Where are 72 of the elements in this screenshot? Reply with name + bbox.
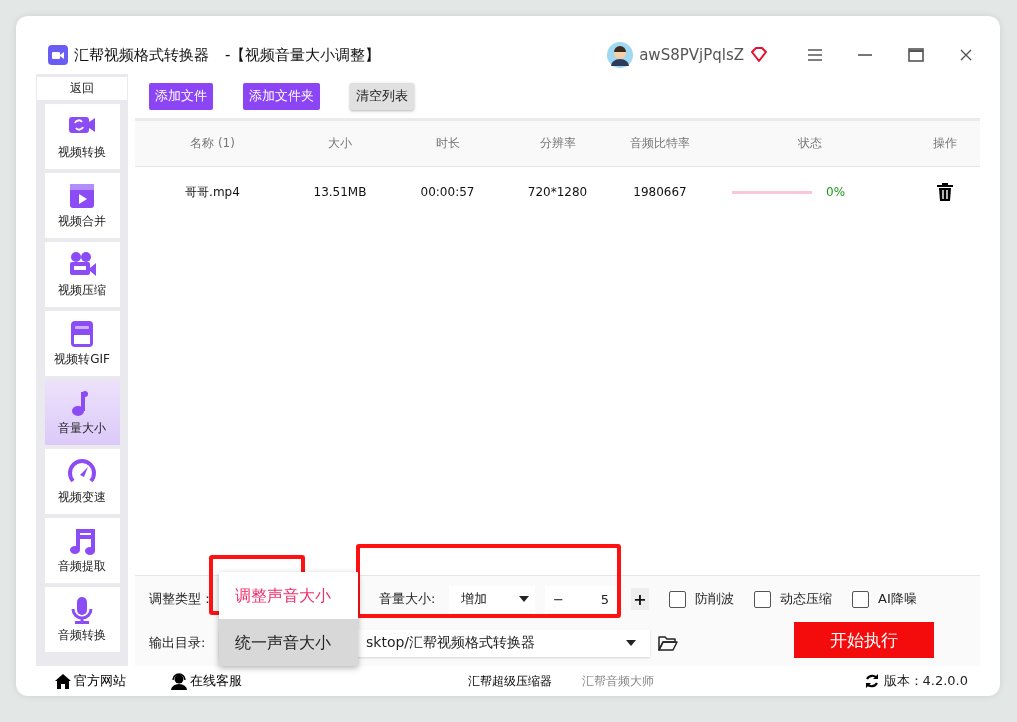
column-header[interactable]: 名称 (1) [135, 135, 290, 152]
sidebar-item[interactable]: 视频压缩 [44, 242, 120, 307]
app-logo-icon [48, 45, 68, 65]
sidebar-label: 音频提取 [58, 558, 106, 575]
field-label: 调整类型： [149, 590, 215, 608]
checkbox[interactable] [754, 590, 771, 608]
app-name: 汇帮视频格式转换器 [74, 45, 209, 65]
sidebar-label: 音频转换 [58, 627, 106, 644]
table-cell-text: 哥哥.mp4 [184, 183, 241, 201]
column-header[interactable]: 分辨率 [505, 135, 610, 152]
sidebar-label: 视频转GIF [54, 351, 110, 368]
table-cell-text: 1980667 [632, 185, 688, 199]
sidebar-item[interactable]: 音量大小 [44, 380, 120, 445]
caret-icon [519, 596, 529, 602]
sidebar-item[interactable]: 音频转换 [44, 587, 120, 652]
column-header[interactable]: 大小 [290, 135, 390, 152]
field-label: 输出目录: [149, 634, 207, 652]
menu-item[interactable]: 统一声音大小 [219, 619, 358, 666]
sidebar-label: 音量大小 [58, 420, 106, 437]
progress-percent: 0% [826, 185, 846, 199]
sidebar-label: 视频转换 [58, 144, 106, 161]
sidebar-label: 视频合并 [58, 213, 106, 230]
home-icon [54, 672, 72, 690]
delete-button[interactable] [937, 183, 953, 201]
column-header[interactable]: 状态 [710, 135, 910, 152]
footer-link[interactable]: 官方网站 [54, 672, 126, 690]
sidebar-item[interactable]: 视频转换 [44, 104, 120, 169]
menu-item[interactable]: 调整声音大小 [219, 572, 358, 619]
close-icon [960, 49, 972, 61]
table-cell-text: 00:00:57 [419, 185, 476, 199]
play-clip-icon [67, 181, 97, 211]
refresh-icon [863, 673, 880, 689]
column-header[interactable]: 时长 [390, 135, 505, 152]
field-label: 音量大小: [379, 590, 437, 608]
window-title: -【视频音量大小调整】 [225, 45, 381, 65]
username[interactable]: awS8PVjPqlsZ [639, 46, 744, 64]
sidebar-item[interactable]: 音频提取 [44, 518, 120, 583]
add-button[interactable]: 添加文件 [149, 82, 213, 110]
sidebar-item[interactable]: 视频转GIF [44, 311, 120, 376]
table-cell-text: 720*1280 [526, 185, 589, 199]
menu-icon [808, 49, 822, 61]
caret-icon [626, 640, 636, 646]
footer-link[interactable]: 在线客服 [170, 672, 242, 690]
add-button[interactable]: 添加文件夹 [243, 82, 320, 110]
avatar-icon [607, 42, 634, 68]
plus-button[interactable]: + [631, 588, 649, 610]
number-value: 5 [600, 591, 609, 607]
column-header[interactable]: 音频比特率 [610, 135, 710, 152]
music-notes-icon [67, 526, 97, 556]
folder-icon [658, 635, 678, 651]
checkbox[interactable] [852, 590, 869, 608]
sidebar-label: 视频压缩 [58, 282, 106, 299]
diamond-icon [750, 47, 768, 63]
headset-person-icon [170, 672, 188, 690]
start-button[interactable]: 开始执行 [794, 622, 934, 658]
checkbox-label: 动态压缩 [780, 590, 832, 608]
clear-button[interactable]: 清空列表 [350, 82, 414, 110]
table-cell-text: 13.51MB [312, 185, 368, 199]
sidebar-item[interactable]: 视频合并 [44, 173, 120, 238]
checkbox[interactable] [669, 590, 686, 608]
column-header[interactable]: 操作 [910, 135, 980, 152]
version-text: 版本：4.2.0.0 [883, 672, 968, 690]
minus-button[interactable]: − [553, 591, 564, 607]
sidebar-item[interactable]: 视频变速 [44, 449, 120, 514]
maximize-icon [908, 48, 924, 62]
checkbox-label: 防削波 [695, 590, 734, 608]
sidebar-label: 视频变速 [58, 489, 106, 506]
back-button[interactable]: 返回 [37, 77, 127, 100]
product-link[interactable]: 汇帮音频大师 [582, 672, 654, 690]
checkbox-label: AI降噪 [878, 590, 917, 608]
mode-select[interactable]: 增加 [449, 585, 535, 613]
product-link[interactable]: 汇帮超级压缩器 [468, 672, 552, 690]
